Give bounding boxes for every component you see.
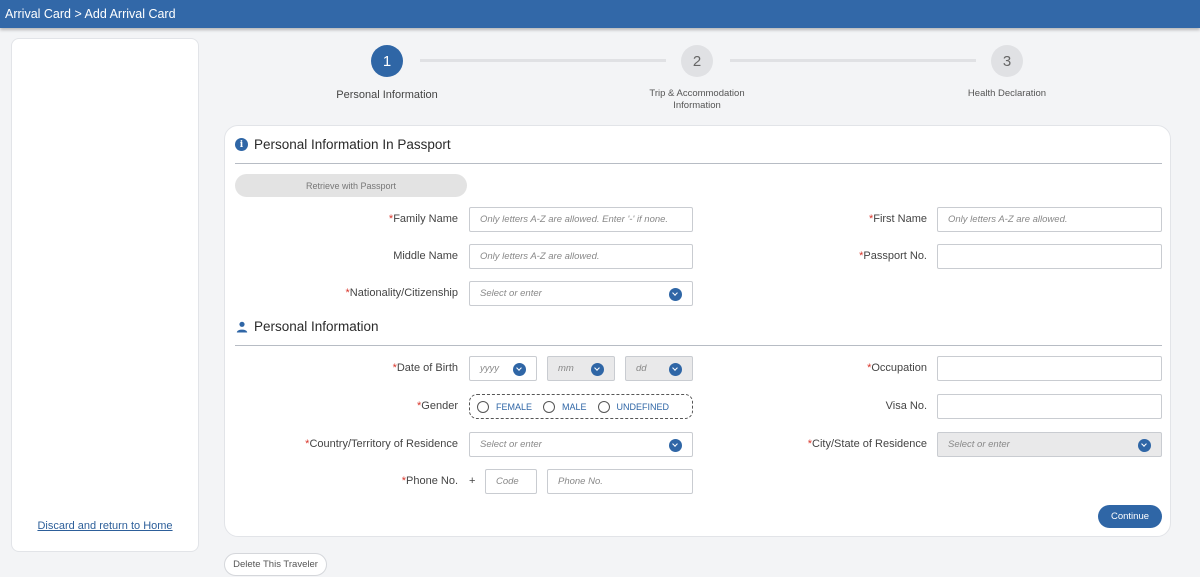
person-icon	[235, 320, 248, 333]
gender-option-undefined[interactable]: UNDEFINED	[597, 400, 669, 413]
gender-label: *Gender	[417, 400, 458, 412]
first-name-label: *First Name	[868, 213, 927, 225]
step-2-label-line1: Trip & Accommodation	[649, 88, 745, 99]
step-1-circle: 1	[371, 45, 403, 77]
phone-code-input[interactable]: Code	[485, 469, 537, 494]
info-icon: i	[235, 138, 248, 151]
step-health-declaration[interactable]: 3 Health Declaration	[937, 45, 1077, 100]
chevron-down-icon[interactable]	[669, 363, 682, 376]
country-residence-select[interactable]: Select or enter	[469, 432, 693, 457]
phone-number-input[interactable]: Phone No.	[547, 469, 693, 494]
delete-traveler-button[interactable]: Delete This Traveler	[224, 553, 327, 576]
family-name-label: *Family Name	[388, 213, 458, 225]
personal-section-divider	[235, 345, 1162, 346]
step-3-label: Health Declaration	[967, 88, 1047, 99]
family-name-input[interactable]: Only letters A-Z are allowed. Enter '-' …	[469, 207, 693, 232]
step-1-label: Personal Information	[336, 89, 438, 101]
chevron-down-icon[interactable]	[669, 439, 682, 452]
phone-plus-prefix: +	[469, 475, 476, 487]
passport-section-title: i Personal Information In Passport	[235, 137, 451, 152]
chevron-down-icon[interactable]	[669, 288, 682, 301]
occupation-label: *Occupation	[867, 362, 927, 374]
gender-option-male[interactable]: MALE	[543, 400, 587, 413]
step-2-label-line2: Information	[673, 100, 721, 111]
step-2-circle: 2	[681, 45, 713, 77]
phone-no-label: *Phone No.	[401, 475, 458, 487]
passport-section-divider	[235, 163, 1162, 164]
dob-month-select[interactable]: mm	[547, 356, 615, 381]
date-of-birth-label: *Date of Birth	[392, 362, 458, 374]
discard-return-home-link[interactable]: Discard and return to Home	[12, 520, 198, 532]
visa-no-label: Visa No.	[885, 400, 927, 412]
city-residence-label: *City/State of Residence	[807, 438, 927, 450]
personal-section-title: Personal Information	[235, 319, 379, 334]
first-name-input[interactable]: Only letters A-Z are allowed.	[937, 207, 1162, 232]
step-2-label: Trip & Accommodation Information	[627, 88, 767, 112]
occupation-input[interactable]	[937, 356, 1162, 381]
visa-no-input[interactable]	[937, 394, 1162, 419]
breadcrumb: Arrival Card > Add Arrival Card	[5, 7, 176, 21]
passport-no-input[interactable]	[937, 244, 1162, 269]
gender-option-female[interactable]: FEMALE	[477, 400, 532, 413]
radio-unchecked-icon[interactable]	[597, 400, 610, 413]
nationality-select[interactable]: Select or enter	[469, 281, 693, 306]
dob-year-select[interactable]: yyyy	[469, 356, 537, 381]
form-card: i Personal Information In Passport Retri…	[224, 125, 1171, 537]
top-bar: Arrival Card > Add Arrival Card	[0, 0, 1200, 28]
retrieve-with-passport-button[interactable]: Retrieve with Passport	[235, 174, 467, 197]
middle-name-label: Middle Name	[393, 250, 458, 262]
sidebar: Discard and return to Home	[11, 38, 199, 552]
city-residence-select[interactable]: Select or enter	[937, 432, 1162, 457]
step-personal-information[interactable]: 1 Personal Information	[317, 45, 457, 101]
chevron-down-icon[interactable]	[591, 363, 604, 376]
chevron-down-icon[interactable]	[1138, 439, 1151, 452]
middle-name-input[interactable]: Only letters A-Z are allowed.	[469, 244, 693, 269]
gender-radio-group: FEMALE MALE UNDEFINED	[469, 394, 693, 419]
passport-no-label: *Passport No.	[859, 250, 927, 262]
dob-day-select[interactable]: dd	[625, 356, 693, 381]
continue-button[interactable]: Continue	[1098, 505, 1162, 528]
radio-unchecked-icon[interactable]	[543, 400, 556, 413]
step-3-circle: 3	[991, 45, 1023, 77]
chevron-down-icon[interactable]	[513, 363, 526, 376]
nationality-label: *Nationality/Citizenship	[345, 287, 459, 299]
step-trip-accommodation[interactable]: 2 Trip & Accommodation Information	[627, 45, 767, 112]
radio-unchecked-icon[interactable]	[477, 400, 489, 413]
country-residence-label: *Country/Territory of Residence	[305, 438, 458, 450]
